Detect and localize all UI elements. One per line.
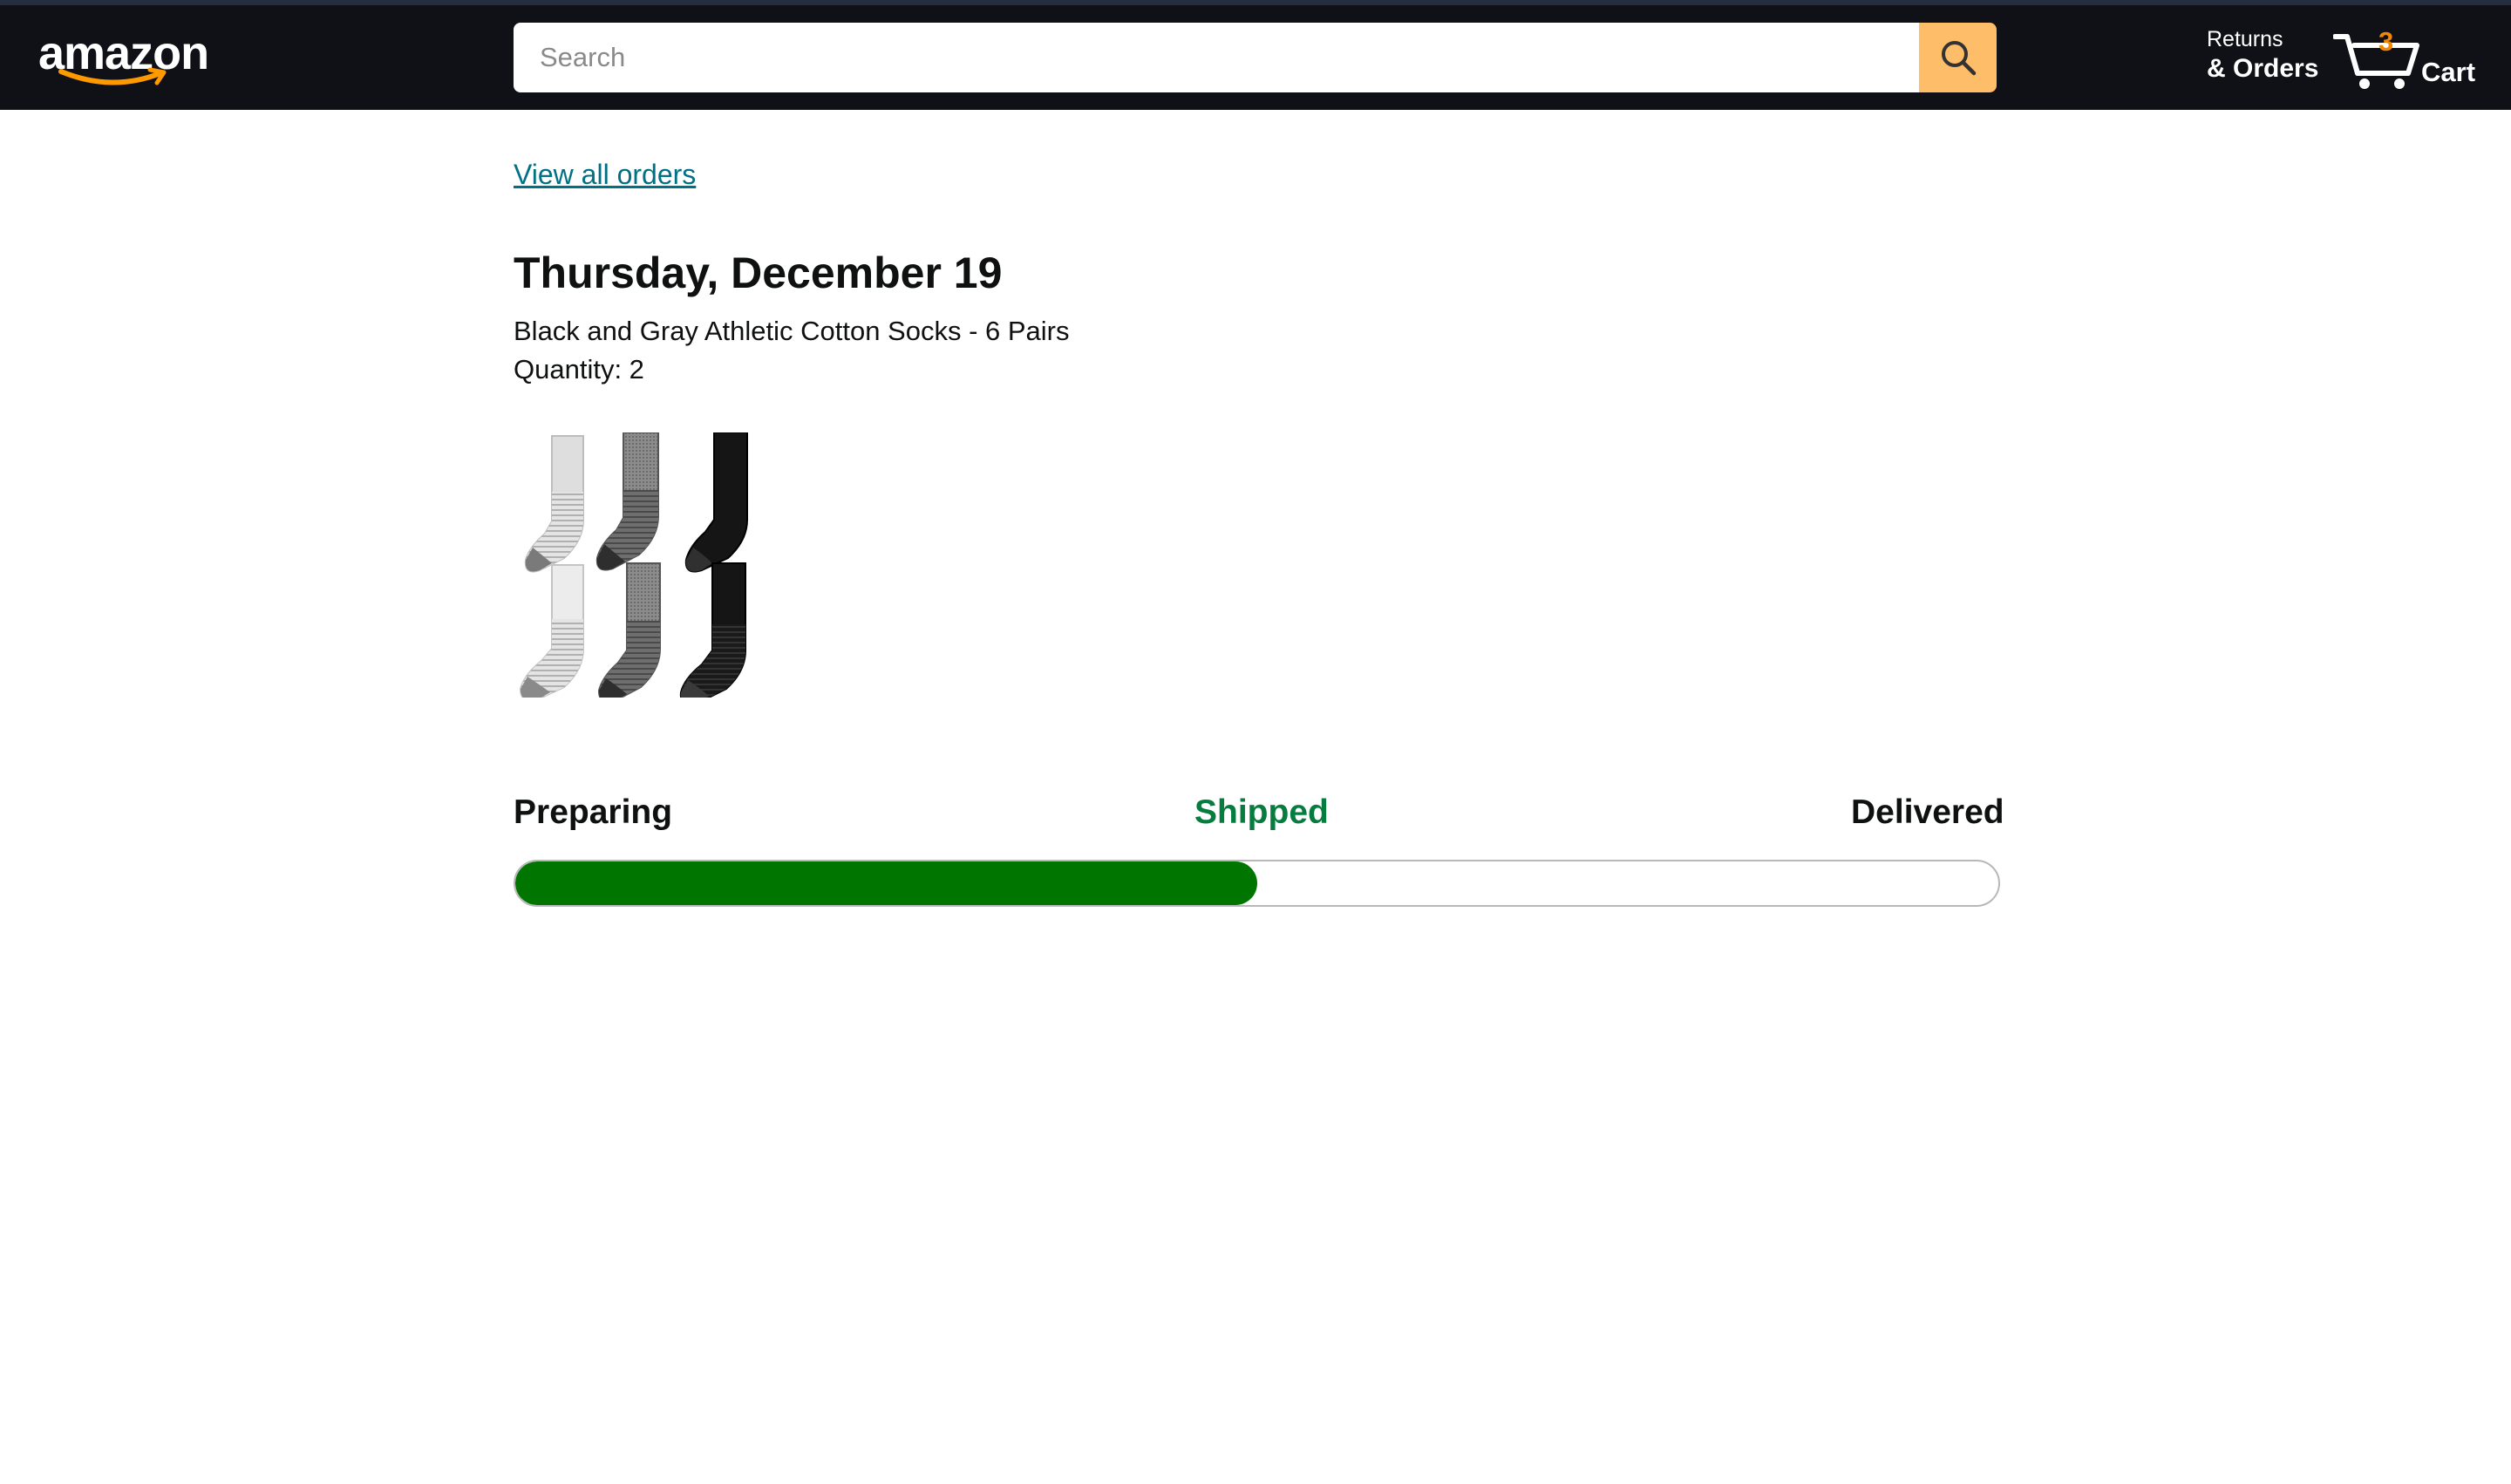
search-icon — [1941, 41, 1976, 76]
delivery-progress-bar — [514, 860, 2000, 907]
step-preparing: Preparing — [514, 793, 673, 831]
search-input[interactable] — [514, 23, 1919, 92]
amazon-logo[interactable]: amazon — [38, 23, 221, 92]
step-shipped: Shipped — [1194, 793, 1329, 831]
returns-and-orders-link[interactable]: Returns & Orders — [2207, 26, 2320, 91]
smile-arrow-icon — [58, 67, 167, 85]
delivery-progress-fill — [515, 861, 1257, 905]
returns-label: Returns — [2207, 27, 2283, 51]
cart-count-badge: 3 — [2378, 26, 2394, 57]
socks-image — [519, 432, 748, 705]
top-nav-bar: amazon Returns & Orders 3 Cart — [0, 5, 2511, 110]
orders-label: & Orders — [2207, 54, 2319, 83]
product-quantity: Quantity: 2 — [514, 354, 644, 385]
cart-label: Cart — [2421, 57, 2476, 87]
step-delivered: Delivered — [1851, 793, 2004, 831]
cart-button[interactable]: 3 Cart — [2333, 24, 2481, 94]
product-image[interactable] — [514, 432, 751, 705]
search-button[interactable] — [1919, 23, 1997, 92]
product-name: Black and Gray Athletic Cotton Socks - 6… — [514, 316, 1070, 346]
order-date-heading: Thursday, December 19 — [514, 248, 1003, 297]
cart-icon — [2333, 34, 2419, 89]
search-bar — [514, 23, 1997, 92]
view-all-orders-link[interactable]: View all orders — [514, 159, 696, 191]
